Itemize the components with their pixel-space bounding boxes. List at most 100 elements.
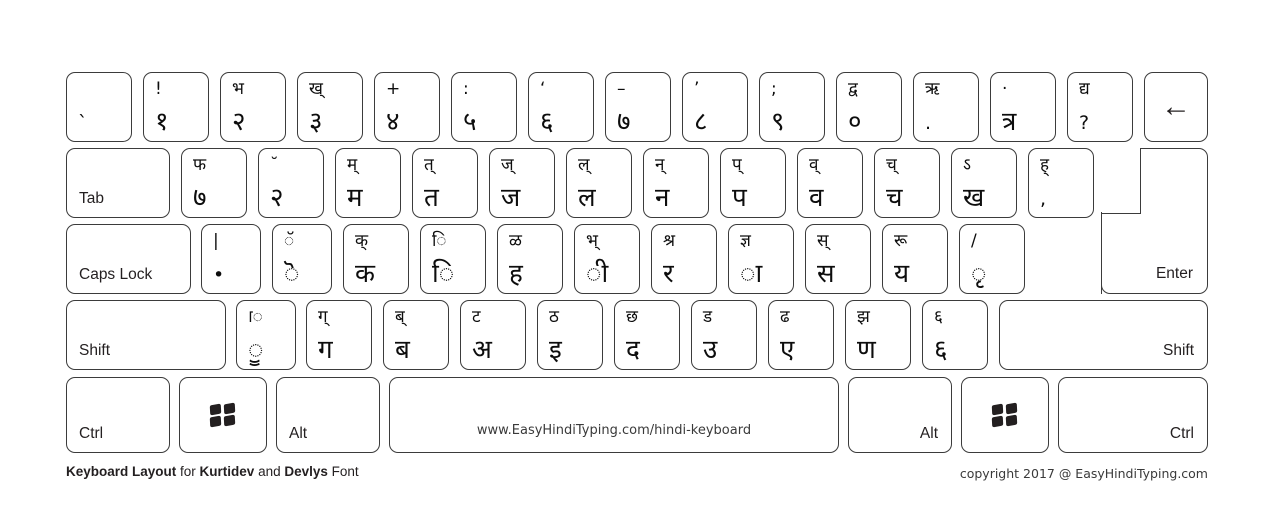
copyright-notice: copyright 2017 @ EasyHindiTyping.com: [959, 466, 1208, 481]
footer-caption-text-2: and: [254, 464, 285, 479]
key-ctrl-right-label: Ctrl: [1169, 425, 1194, 442]
key-e[interactable]: म् म: [335, 148, 401, 218]
key-g-legend-top: ळ: [509, 231, 522, 251]
key-x[interactable]: ग् ग: [306, 300, 372, 370]
key-r[interactable]: त् त: [412, 148, 478, 218]
key-alt-right[interactable]: Alt: [848, 377, 952, 453]
key-6[interactable]: ‘६: [528, 72, 594, 142]
key-p[interactable]: च् च: [874, 148, 940, 218]
key-q[interactable]: फ७: [181, 148, 247, 218]
key-minus[interactable]: ऋ.: [913, 72, 979, 142]
key-backquote-legend-bottom: `: [78, 112, 88, 134]
key-m[interactable]: डउ: [691, 300, 757, 370]
key-n[interactable]: छद: [614, 300, 680, 370]
key-tab[interactable]: Tab: [66, 148, 170, 218]
footer-caption-text-3: Font: [327, 464, 359, 479]
key-semicolon[interactable]: रू य: [882, 224, 948, 294]
windows-logo-icon: [209, 402, 236, 428]
key-8-legend-bottom: ८: [694, 107, 708, 137]
key-b-legend-bottom: इ: [549, 335, 562, 365]
key-o-legend-top: व्: [809, 155, 819, 175]
key-period[interactable]: झण: [845, 300, 911, 370]
key-5[interactable]: :५: [451, 72, 517, 142]
key-win-left[interactable]: [179, 377, 267, 453]
key-w[interactable]: ˘ २: [258, 148, 324, 218]
key-space[interactable]: www.EasyHindiTyping.com/hindi-keyboard: [389, 377, 839, 453]
key-slash[interactable]: ६६: [922, 300, 988, 370]
key-9[interactable]: ; ९: [759, 72, 825, 142]
key-f[interactable]: िि: [420, 224, 486, 294]
key-1[interactable]: ! १: [143, 72, 209, 142]
key-shift-left-label: Shift: [79, 342, 111, 359]
key-u-legend-bottom: न: [655, 183, 670, 213]
key-backquote[interactable]: `: [66, 72, 132, 142]
key-extra[interactable]: द्य?: [1067, 72, 1133, 142]
key-9-legend-top: ;: [771, 79, 777, 99]
key-bracket-right[interactable]: ह्,: [1028, 148, 1094, 218]
key-7[interactable]: –७: [605, 72, 671, 142]
key-minus-legend-bottom: .: [925, 112, 932, 134]
key-b[interactable]: ठइ: [537, 300, 603, 370]
key-period-legend-bottom: ण: [857, 335, 876, 365]
footer-caption-bold-1: Keyboard Layout: [66, 464, 177, 479]
key-d[interactable]: क् क: [343, 224, 409, 294]
key-v[interactable]: टअ: [460, 300, 526, 370]
spacebar-url-label: www.EasyHindiTyping.com/hindi-keyboard: [476, 423, 752, 438]
key-slash-legend-top: ६: [934, 307, 943, 327]
key-shift-left[interactable]: Shift: [66, 300, 226, 370]
key-semicolon-legend-bottom: य: [894, 259, 910, 289]
key-c[interactable]: ब् ब: [383, 300, 449, 370]
key-d-legend-top: क्: [355, 231, 369, 251]
key-z-legend-bottom: ॗ: [248, 335, 264, 365]
key-p-legend-top: च्: [886, 155, 897, 175]
key-k-legend-top: ज्ञ: [740, 231, 751, 251]
key-extra-legend-bottom: ?: [1079, 112, 1090, 134]
key-slash-legend-bottom: ६: [934, 335, 948, 365]
key-quote[interactable]: /ृ: [959, 224, 1025, 294]
key-o[interactable]: व् व: [797, 148, 863, 218]
footer-caption-bold-3: Devlys: [284, 464, 328, 479]
key-o-legend-bottom: व: [809, 183, 824, 213]
key-g-legend-bottom: ह: [509, 259, 523, 289]
key-ctrl-right[interactable]: Ctrl: [1058, 377, 1208, 453]
key-backspace[interactable]: ←: [1144, 72, 1208, 142]
key-alt-left[interactable]: Alt: [276, 377, 380, 453]
enter-key-notch-border-vertical: [1140, 148, 1142, 214]
key-ctrl-left[interactable]: Ctrl: [66, 377, 170, 453]
key-comma[interactable]: ढए: [768, 300, 834, 370]
key-caps-lock[interactable]: Caps Lock: [66, 224, 191, 294]
key-quote-legend-bottom: ृ: [971, 259, 987, 289]
key-shift-right[interactable]: Shift: [999, 300, 1208, 370]
key-8[interactable]: ’ ८: [682, 72, 748, 142]
enter-key-notch: [1099, 146, 1140, 212]
key-r-legend-top: त्: [424, 155, 434, 175]
key-extra-legend-top: द्य: [1079, 79, 1090, 99]
key-z[interactable]: ॎॗ: [236, 300, 296, 370]
key-equal[interactable]: · त्र: [990, 72, 1056, 142]
key-i-legend-top: प्: [732, 155, 742, 175]
key-v-legend-bottom: अ: [472, 335, 492, 365]
key-5-legend-bottom: ५: [463, 107, 477, 137]
key-y[interactable]: ल् ल: [566, 148, 632, 218]
key-b-legend-top: ठ: [549, 307, 559, 327]
key-l[interactable]: स् स: [805, 224, 871, 294]
key-4[interactable]: +४: [374, 72, 440, 142]
key-win-right[interactable]: [961, 377, 1049, 453]
key-3[interactable]: ख् ३: [297, 72, 363, 142]
key-q-legend-bottom: ७: [193, 183, 207, 213]
key-bracket-left[interactable]: ऽख: [951, 148, 1017, 218]
key-g[interactable]: ळह: [497, 224, 563, 294]
key-s[interactable]: ॅॆ: [272, 224, 332, 294]
key-a[interactable]: | •: [201, 224, 261, 294]
key-t[interactable]: ज् ज: [489, 148, 555, 218]
key-7-legend-top: –: [617, 79, 626, 99]
key-2[interactable]: भ२: [220, 72, 286, 142]
key-k[interactable]: ज्ञा: [728, 224, 794, 294]
key-i[interactable]: प् प: [720, 148, 786, 218]
key-e-legend-top: म्: [347, 155, 358, 175]
key-semicolon-legend-top: रू: [894, 231, 908, 251]
key-h[interactable]: भ्ी: [574, 224, 640, 294]
key-0[interactable]: द्व ०: [836, 72, 902, 142]
key-u[interactable]: न् न: [643, 148, 709, 218]
key-j[interactable]: श्र र: [651, 224, 717, 294]
